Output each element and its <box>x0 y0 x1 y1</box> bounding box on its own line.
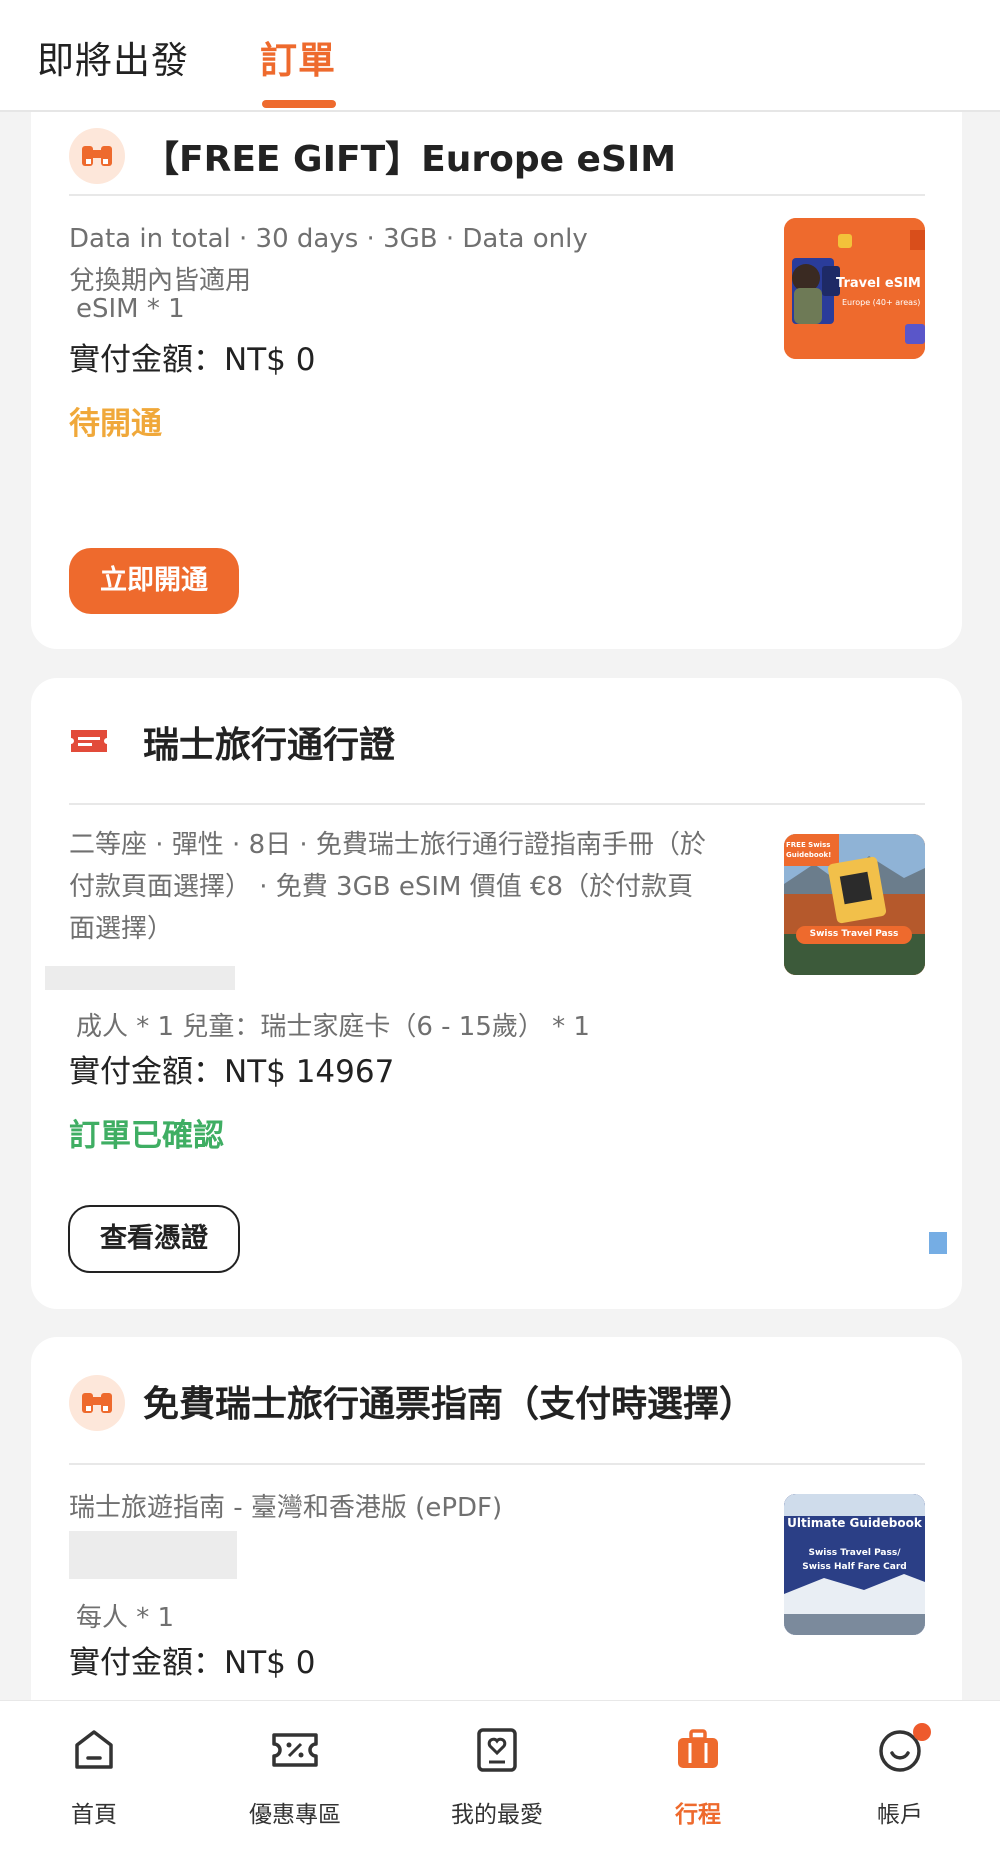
order-title: 免費瑞士旅行通票指南（支付時選擇） <box>143 1384 756 1425</box>
divider <box>69 194 925 196</box>
thumb-subtitle: Swiss Travel Pass/ Swiss Half Fare Card <box>802 1548 907 1572</box>
top-tab-bar: 即將出發 訂單 <box>0 0 1000 112</box>
tab-upcoming[interactable]: 即將出發 <box>37 30 189 84</box>
favorites-icon <box>477 1728 517 1772</box>
order-description: 二等座 · 彈性 · 8日 · 免費瑞士旅行通行證指南手冊（於 付款頁面選擇） … <box>69 830 706 944</box>
order-quantity: eSIM * 1 <box>76 294 185 324</box>
order-price: 實付金額：NT$ 14967 <box>69 1054 395 1090</box>
thumb-title: Ultimate Guidebook <box>787 1516 922 1530</box>
nav-label: 優惠專區 <box>249 1802 341 1828</box>
activate-button[interactable]: 立即開通 <box>69 548 239 614</box>
order-price: 實付金額：NT$ 0 <box>69 342 316 378</box>
nav-label: 我的最愛 <box>451 1802 543 1828</box>
nav-deals[interactable]: 優惠專區 <box>235 1723 355 1829</box>
suitcase-icon <box>678 1729 718 1768</box>
nav-trips[interactable]: 行程 <box>638 1723 758 1829</box>
tab-orders[interactable]: 訂單 <box>260 30 336 84</box>
esim-product-image[interactable]: Travel eSIM Europe (40+ areas) <box>784 218 925 359</box>
thumb-label: Swiss Travel Pass <box>809 929 899 939</box>
divider <box>69 803 925 805</box>
order-description: 瑞士旅遊指南 - 臺灣和香港版 (ePDF) <box>69 1493 503 1523</box>
redacted-field <box>45 966 235 990</box>
order-title: 瑞士旅行通行證 <box>143 725 396 766</box>
swiss-pass-product-image[interactable]: FREE Swiss Guidebook! Swiss Travel Pass <box>784 834 925 975</box>
ticket-icon <box>69 726 109 756</box>
thumb-title: Travel eSIM <box>836 276 921 291</box>
nav-favorites[interactable]: 我的最愛 <box>437 1723 557 1829</box>
binoculars-icon <box>69 1375 125 1431</box>
status-confirmed: 訂單已確認 <box>69 1118 224 1154</box>
active-tab-indicator <box>262 100 336 108</box>
order-description: Data in total · 30 days · 3GB · Data onl… <box>69 224 588 296</box>
view-voucher-button[interactable]: 查看憑證 <box>68 1205 240 1273</box>
nav-label: 首頁 <box>71 1802 117 1828</box>
order-card-esim[interactable]: 【FREE GIFT】Europe eSIM Data in total · 3… <box>31 90 962 649</box>
redacted-field <box>69 1531 237 1579</box>
nav-label: 帳戶 <box>877 1802 923 1828</box>
order-card-guidebook[interactable]: 免費瑞士旅行通票指南（支付時選擇） 瑞士旅遊指南 - 臺灣和香港版 (ePDF)… <box>31 1337 962 1737</box>
thumb-tag: FREE Swiss Guidebook! <box>786 841 832 859</box>
order-price: 實付金額：NT$ 0 <box>69 1645 316 1681</box>
binoculars-icon <box>69 128 125 184</box>
orders-page: 即將出發 訂單 【FREE GIFT】Europe eSIM Data in t… <box>0 0 1000 1860</box>
guidebook-product-image[interactable]: Ultimate Guidebook Swiss Travel Pass/ Sw… <box>784 1494 925 1635</box>
nav-label: 行程 <box>675 1802 721 1828</box>
order-card-swiss-pass[interactable]: 瑞士旅行通行證 二等座 · 彈性 · 8日 · 免費瑞士旅行通行證指南手冊（於 … <box>31 678 962 1309</box>
home-icon <box>75 1730 113 1769</box>
status-pending: 待開通 <box>69 406 162 442</box>
notification-dot <box>913 1723 931 1741</box>
nav-home[interactable]: 首頁 <box>34 1723 154 1829</box>
order-title: 【FREE GIFT】Europe eSIM <box>143 139 677 180</box>
watermark-logo <box>929 1232 947 1254</box>
coupon-icon <box>272 1733 318 1767</box>
order-quantity: 成人 * 1 兒童：瑞士家庭卡（6 - 15歲） * 1 <box>76 1012 590 1042</box>
thumb-subtitle: Europe (40+ areas) <box>842 298 921 307</box>
order-quantity: 每人 * 1 <box>76 1603 175 1633</box>
nav-account[interactable]: 帳戶 <box>840 1723 960 1829</box>
divider <box>69 1463 925 1465</box>
bottom-navigation: 首頁 優惠專區 我的最愛 行程 帳戶 <box>0 1700 1000 1860</box>
